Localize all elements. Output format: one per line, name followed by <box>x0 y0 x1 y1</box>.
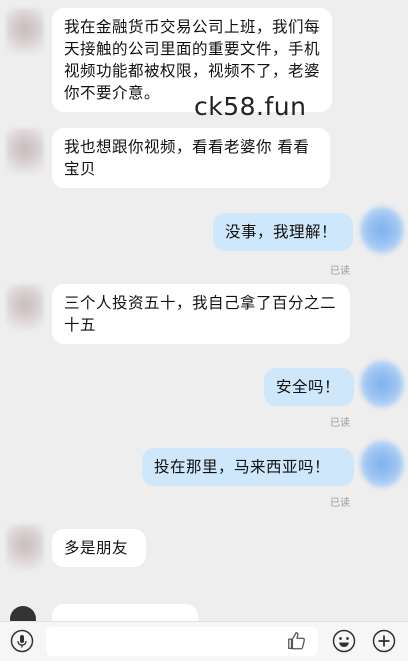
contact-avatar[interactable] <box>10 606 36 622</box>
message-text: 多是朋友 <box>64 539 129 557</box>
emoji-icon[interactable] <box>332 629 356 653</box>
contact-avatar[interactable] <box>6 284 44 330</box>
read-status: 已读 <box>330 418 350 429</box>
read-status: 已读 <box>330 498 350 509</box>
message-bubble-incoming[interactable]: 三个人投资五十，我自己拿了百分之二十五 <box>52 284 350 344</box>
message-text: 投在那里，马来西亚吗！ <box>154 458 331 476</box>
message-text: 我在金融货币交易公司上班，我们每天接触的公司里面的重要文件，手机视频功能都被权限… <box>64 18 321 102</box>
message-input[interactable] <box>46 627 318 656</box>
message-bubble-incoming[interactable]: 我也想跟你视频，看看老婆你 看看宝贝 <box>52 128 330 188</box>
message-text: 我也想跟你视频，看看老婆你 看看宝贝 <box>64 138 310 178</box>
thumbs-up-icon[interactable] <box>286 630 308 652</box>
user-avatar[interactable] <box>360 360 404 408</box>
message-bubble-outgoing[interactable]: 投在那里，马来西亚吗！ <box>142 448 354 486</box>
message-bubble-outgoing[interactable]: 没事，我理解！ <box>213 213 353 251</box>
read-status: 已读 <box>330 266 350 277</box>
microphone-icon[interactable] <box>10 629 34 653</box>
user-avatar[interactable] <box>360 206 404 254</box>
contact-avatar[interactable] <box>6 128 44 174</box>
watermark-text: ck58.fun <box>194 92 307 121</box>
message-text: 没事，我理解！ <box>225 223 338 241</box>
message-bubble-outgoing[interactable]: 安全吗！ <box>264 368 354 406</box>
contact-avatar[interactable] <box>6 8 44 54</box>
chat-area[interactable]: 我在金融货币交易公司上班，我们每天接触的公司里面的重要文件，手机视频功能都被权限… <box>0 0 408 622</box>
plus-icon[interactable] <box>372 629 396 653</box>
input-bar <box>0 621 408 661</box>
contact-avatar[interactable] <box>6 524 44 570</box>
user-avatar[interactable] <box>360 440 404 488</box>
message-bubble-incoming[interactable] <box>52 604 198 622</box>
message-text: 三个人投资五十，我自己拿了百分之二十五 <box>64 294 337 334</box>
message-bubble-incoming[interactable]: 多是朋友 <box>52 529 146 567</box>
message-text: 安全吗！ <box>276 378 341 396</box>
